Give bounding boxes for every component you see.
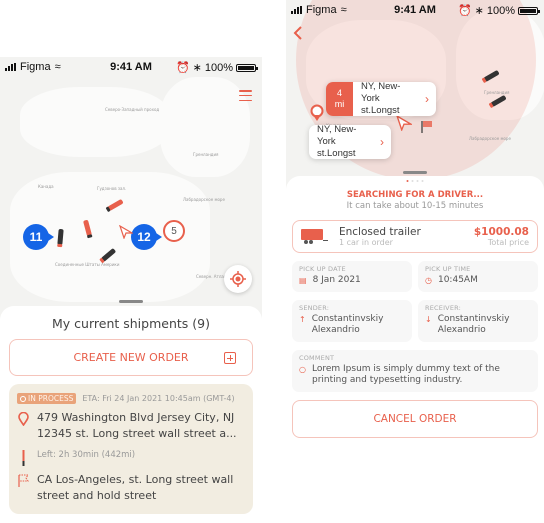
calendar-icon: ▤: [299, 276, 307, 285]
location-pin-icon: [17, 412, 29, 426]
location-pin-icon: [310, 104, 324, 121]
bluetooth-icon: ∗: [192, 62, 202, 74]
arrow-up-icon: ↑: [299, 315, 306, 324]
shipments-sheet: My current shipments (9) CREATE NEW ORDE…: [0, 300, 262, 523]
map-label: Гренландия: [193, 152, 219, 157]
back-chevron-icon[interactable]: [292, 26, 304, 40]
shipment-card[interactable]: IN PROCESS ETA: Fri 24 Jan 2021 10:45am …: [9, 384, 253, 514]
route-progress-icon: [22, 450, 24, 466]
cancel-order-button[interactable]: CANCEL ORDER: [292, 400, 538, 438]
distance-unit: mi: [334, 99, 345, 109]
order-price: $1000.08: [473, 226, 529, 238]
searching-subtitle: It can take about 10-15 minutes: [346, 201, 484, 211]
remaining-time: Left: 2h 30min (442mi): [37, 450, 136, 460]
status-badge-label: IN PROCESS: [28, 394, 74, 403]
searching-title: SEARCHING FOR A DRIVER...: [346, 190, 484, 200]
battery-icon: [518, 6, 540, 15]
navigation-arrow-icon: [396, 115, 412, 131]
destination-address: CA Los-Angeles, st. Long street wall str…: [37, 473, 234, 502]
field-label: SENDER:: [299, 304, 330, 312]
destination-popup[interactable]: 4 mi NY, New-York st.Longst ›: [326, 81, 436, 116]
chevron-right-icon: ›: [380, 135, 384, 149]
create-new-order-label: CREATE NEW ORDER: [73, 351, 189, 364]
order-summary-card[interactable]: Enclosed trailer 1 car in order $1000.08…: [292, 220, 538, 253]
battery-percent: 100%: [486, 4, 515, 17]
order-name: Enclosed trailer: [339, 226, 421, 238]
status-bar: Figma ≈ 9:41 AM ⏰ ∗ 100%: [0, 57, 262, 77]
menu-button[interactable]: [239, 90, 252, 101]
field-value: Constantinvskiy Alexandrio: [311, 314, 384, 335]
distance-value: 4: [336, 88, 342, 98]
distance-badge: 4 mi: [326, 82, 353, 116]
timer-icon: ◷: [425, 276, 432, 285]
sender-field: SENDER: ↑ Constantinvskiy Alexandrio: [292, 300, 412, 342]
map-label: Канада: [38, 184, 54, 189]
bluetooth-icon: ∗: [474, 5, 484, 17]
loading-dots: [406, 180, 424, 182]
battery-percent: 100%: [204, 61, 233, 74]
order-sheet: SEARCHING FOR A DRIVER... It can take ab…: [286, 171, 544, 466]
map-cluster[interactable]: 12: [131, 224, 162, 250]
comment-field: COMMENT ○ Lorem Ipsum is simply dummy tex…: [292, 350, 538, 392]
locate-me-button[interactable]: [224, 265, 252, 293]
field-value: 8 Jan 2021: [312, 275, 361, 285]
finish-flag-icon: [421, 121, 432, 133]
sheet-title: My current shipments (9): [52, 316, 210, 331]
map-label: Северо-Западный проход: [105, 107, 160, 112]
popup-line2: st.Longst: [361, 105, 400, 116]
popup-line1: NY, New-York: [317, 124, 357, 147]
origin-popup[interactable]: NY, New-York st.Longst ›: [309, 124, 391, 159]
receiver-field: RECEIVER: ↓ Constantinvskiy Alexandrio: [418, 300, 538, 342]
map-label: Соединенные Штаты Америки: [55, 262, 120, 267]
pickup-date-field: PICK UP DATE ▤ 8 Jan 2021: [292, 261, 412, 292]
order-sub: 1 car in order: [339, 238, 393, 247]
finish-flag-icon: [17, 474, 29, 487]
origin-address: 479 Washington Blvd Jersey City, NJ 1234…: [37, 411, 237, 440]
target-icon: [230, 271, 246, 287]
arrow-down-icon: ↓: [425, 315, 432, 324]
chevron-right-icon: ›: [425, 92, 429, 106]
navigation-arrow-icon: [119, 225, 133, 239]
map-label: Лабрадорское море: [469, 136, 511, 141]
comment-icon: ○: [299, 365, 306, 374]
create-new-order-button[interactable]: CREATE NEW ORDER: [9, 339, 253, 376]
map-label: Гренландия: [484, 90, 510, 95]
order-details-screen: Гренландия Канада Лабрадорское море 4 mi…: [286, 0, 544, 466]
sheet-grabber[interactable]: [119, 300, 143, 303]
map-ring-marker[interactable]: 5: [163, 220, 185, 242]
map[interactable]: Гренландия Канада Лабрадорское море 4 mi…: [286, 0, 544, 185]
field-label: RECEIVER:: [425, 304, 462, 312]
alarm-icon: ⏰: [175, 62, 190, 74]
map[interactable]: Гренландия Северо-Западный проход Канада…: [0, 57, 262, 317]
alarm-icon: ⏰: [457, 5, 472, 17]
field-value: Constantinvskiy Alexandrio: [437, 314, 510, 335]
order-price-label: Total price: [487, 238, 529, 247]
field-label: PICK UP DATE: [299, 265, 346, 273]
shipments-screen: Гренландия Северо-Западный проход Канада…: [0, 57, 262, 523]
pickup-time-field: PICK UP TIME ◷ 10:45AM: [418, 261, 538, 292]
status-badge: IN PROCESS: [17, 393, 77, 404]
trailer-icon: [301, 228, 329, 245]
status-bar: Figma ≈ 9:41 AM ⏰ ∗ 100%: [286, 0, 544, 20]
field-value: 10:45AM: [437, 275, 478, 285]
eta-text: ETA: Fri 24 Jan 2021 10:45am (GMT-4): [82, 394, 235, 403]
sheet-grabber[interactable]: [403, 171, 427, 174]
field-label: COMMENT: [299, 354, 335, 362]
map-label: Гудзонов зал.: [97, 186, 127, 191]
field-label: PICK UP TIME: [425, 265, 471, 273]
clock-icon: [20, 395, 26, 402]
plus-icon: [224, 352, 236, 364]
map-cluster[interactable]: 11: [23, 224, 54, 250]
popup-line2: st.Longst: [317, 148, 356, 159]
map-label: Лабрадорское море: [183, 197, 225, 202]
field-value: Lorem Ipsum is simply dummy text of the …: [311, 364, 500, 385]
popup-line1: NY, New-York: [361, 81, 401, 104]
battery-icon: [236, 63, 258, 72]
